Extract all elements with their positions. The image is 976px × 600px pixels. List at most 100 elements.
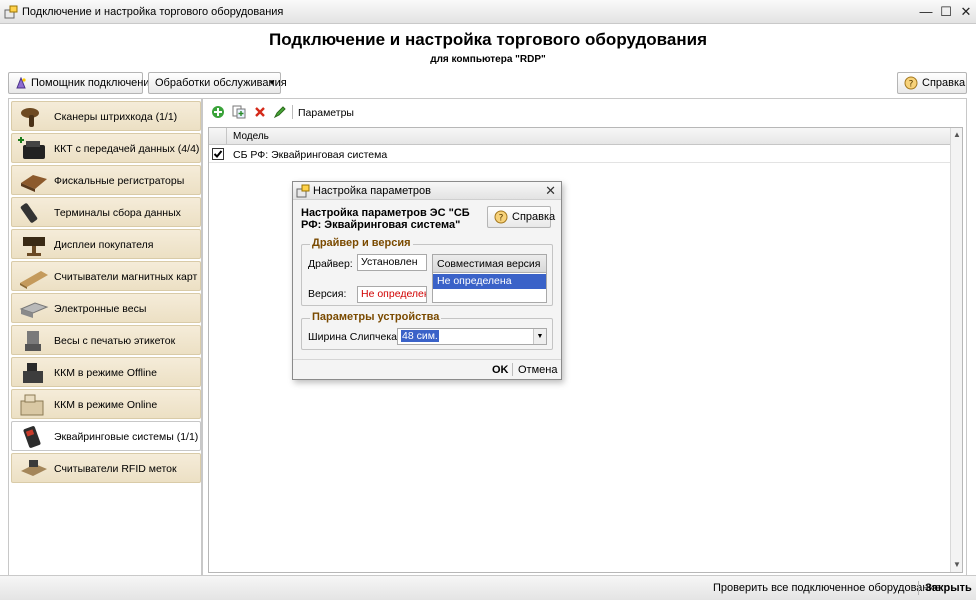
check-column-header [209, 128, 227, 145]
category-label: Эквайринговые системы (1/1) [54, 431, 199, 443]
close-button[interactable]: Закрыть [925, 582, 972, 594]
category-item-kkt[interactable]: ККТ с передачей данных (4/4) [11, 133, 201, 163]
wizard-icon [16, 77, 26, 89]
dialog-title: Настройка параметров [313, 185, 431, 197]
settings-dialog: Настройка параметров ✕ Настройка парамет… [292, 181, 562, 380]
data-terminal-icon [20, 203, 38, 223]
dialog-heading: Настройка параметров ЭС "СБ РФ: Эквайрин… [301, 207, 470, 231]
category-item-electronic-scales[interactable]: Электронные весы [11, 293, 201, 323]
category-label: Терминалы сбора данных [54, 207, 181, 219]
category-panel: Сканеры штрихкода (1/1) ККТ с передачей … [8, 98, 202, 578]
edit-icon[interactable] [273, 105, 287, 119]
delete-icon[interactable] [253, 105, 267, 119]
driver-label: Драйвер: [308, 258, 353, 270]
barcode-scanner-icon [21, 108, 39, 127]
version-field[interactable]: Не определен [357, 286, 427, 303]
category-label: Сканеры штрихкода (1/1) [54, 111, 178, 123]
footer-separator [512, 363, 513, 376]
dialog-footer: OK Отмена [293, 359, 561, 379]
category-item-kkm-offline[interactable]: ККМ в режиме Offline [11, 357, 201, 387]
ok-button[interactable]: OK [492, 364, 509, 376]
compatible-version-item[interactable]: Не определена [433, 274, 546, 289]
category-item-fiscal-registers[interactable]: Фискальные регистраторы [11, 165, 201, 195]
category-item-customer-displays[interactable]: Дисплеи покупателя [11, 229, 201, 259]
dialog-titlebar: Настройка параметров ✕ [293, 182, 561, 200]
dialog-app-icon [296, 184, 310, 198]
compatible-version-list[interactable]: Совместимая версия Не определена [432, 254, 547, 303]
vertical-scrollbar[interactable]: ▲ ▼ [950, 128, 962, 572]
slip-width-select[interactable]: 48 сим. ▼ [397, 328, 547, 345]
footer-bar: Проверить все подключенное оборудование … [0, 575, 976, 600]
category-label: ККТ с передачей данных (4/4) [54, 143, 200, 155]
parameters-button[interactable]: Параметры [298, 107, 354, 119]
maximize-icon[interactable]: ☐ [938, 4, 954, 20]
card-reader-icon [20, 271, 48, 289]
category-item-data-terminals[interactable]: Терминалы сбора данных [11, 197, 201, 227]
cancel-button[interactable]: Отмена [518, 364, 557, 376]
help-button[interactable]: ? Справка [897, 72, 967, 94]
device-params-group: Параметры устройства Ширина Слипчека: 48… [301, 311, 553, 350]
list-toolbar: Параметры [203, 99, 966, 125]
category-label: Фискальные регистраторы [54, 175, 185, 187]
dialog-help-button[interactable]: ? Справка [487, 206, 555, 228]
dropdown-arrow-icon[interactable]: ▼ [533, 329, 546, 344]
category-item-kkm-online[interactable]: ККМ в режиме Online [11, 389, 201, 419]
checkmark-icon [213, 150, 223, 158]
slip-width-label: Ширина Слипчека: [308, 331, 400, 343]
table-header: Модель [209, 128, 950, 145]
window-titlebar: Подключение и настройка торгового оборуд… [0, 0, 976, 24]
toolbar-separator [292, 105, 293, 119]
category-item-rfid-readers[interactable]: Считыватели RFID меток [11, 453, 201, 483]
category-item-barcode-scanners[interactable]: Сканеры штрихкода (1/1) [11, 101, 201, 131]
assistant-label: Помощник подключения [31, 77, 156, 89]
service-dropdown-button[interactable]: Обработки обслуживания ▼ [148, 72, 287, 94]
minimize-icon[interactable]: — [918, 4, 934, 20]
service-label: Обработки обслуживания [155, 77, 287, 89]
category-label: Считыватели магнитных карт [54, 271, 198, 283]
category-item-label-scales[interactable]: Весы с печатью этикеток [11, 325, 201, 355]
category-label: Считыватели RFID меток [54, 463, 177, 475]
driver-version-group: Драйвер и версия Драйвер: Установлен Вер… [301, 237, 553, 306]
help-icon: ? [904, 76, 918, 90]
customer-display-icon [23, 237, 45, 256]
category-item-acquiring-systems[interactable]: Эквайринговые системы (1/1) [11, 421, 201, 451]
add-icon[interactable] [211, 105, 225, 119]
kkm-online-icon [20, 394, 44, 416]
copy-icon[interactable] [232, 105, 246, 119]
driver-field[interactable]: Установлен [357, 254, 427, 271]
help-icon: ? [494, 210, 508, 224]
chevron-down-icon: ▼ [268, 78, 276, 87]
assistant-button[interactable]: Помощник подключения [8, 72, 155, 94]
model-cell: СБ РФ: Эквайринговая система [233, 149, 388, 161]
svg-text:?: ? [909, 80, 914, 90]
slip-width-value: 48 сим. [401, 330, 439, 342]
close-icon[interactable]: ✕ [958, 4, 974, 20]
scale-icon [19, 302, 49, 318]
window-title: Подключение и настройка торгового оборуд… [22, 6, 284, 18]
page-title: Подключение и настройка торгового оборуд… [269, 30, 707, 49]
category-label: ККМ в режиме Online [54, 399, 158, 411]
category-label: Электронные весы [54, 303, 147, 315]
row-checkbox[interactable] [212, 148, 224, 160]
category-label: Весы с печатью этикеток [54, 335, 176, 347]
compatible-version-header: Совместимая версия [433, 255, 546, 273]
dialog-help-label: Справка [512, 211, 556, 223]
dialog-close-icon[interactable]: ✕ [545, 183, 556, 199]
table-row[interactable]: СБ РФ: Эквайринговая система [209, 146, 950, 163]
model-column-header[interactable]: Модель [233, 131, 269, 142]
help-label: Справка [922, 77, 966, 89]
version-label: Версия: [308, 288, 347, 300]
check-all-button[interactable]: Проверить все подключенное оборудование [713, 582, 941, 594]
category-item-card-readers[interactable]: Считыватели магнитных карт [11, 261, 201, 291]
cash-register-icon [18, 137, 45, 159]
svg-text:?: ? [499, 214, 504, 224]
device-params-legend: Параметры устройства [310, 311, 442, 323]
scroll-down-icon[interactable]: ▼ [952, 560, 962, 570]
fiscal-printer-icon [21, 175, 47, 192]
rfid-reader-icon [21, 460, 47, 476]
category-label: ККМ в режиме Offline [54, 367, 157, 379]
pos-terminal-icon [23, 426, 41, 448]
label-scale-icon [25, 331, 41, 351]
kkm-offline-icon [23, 363, 43, 383]
scroll-up-icon[interactable]: ▲ [952, 130, 962, 140]
